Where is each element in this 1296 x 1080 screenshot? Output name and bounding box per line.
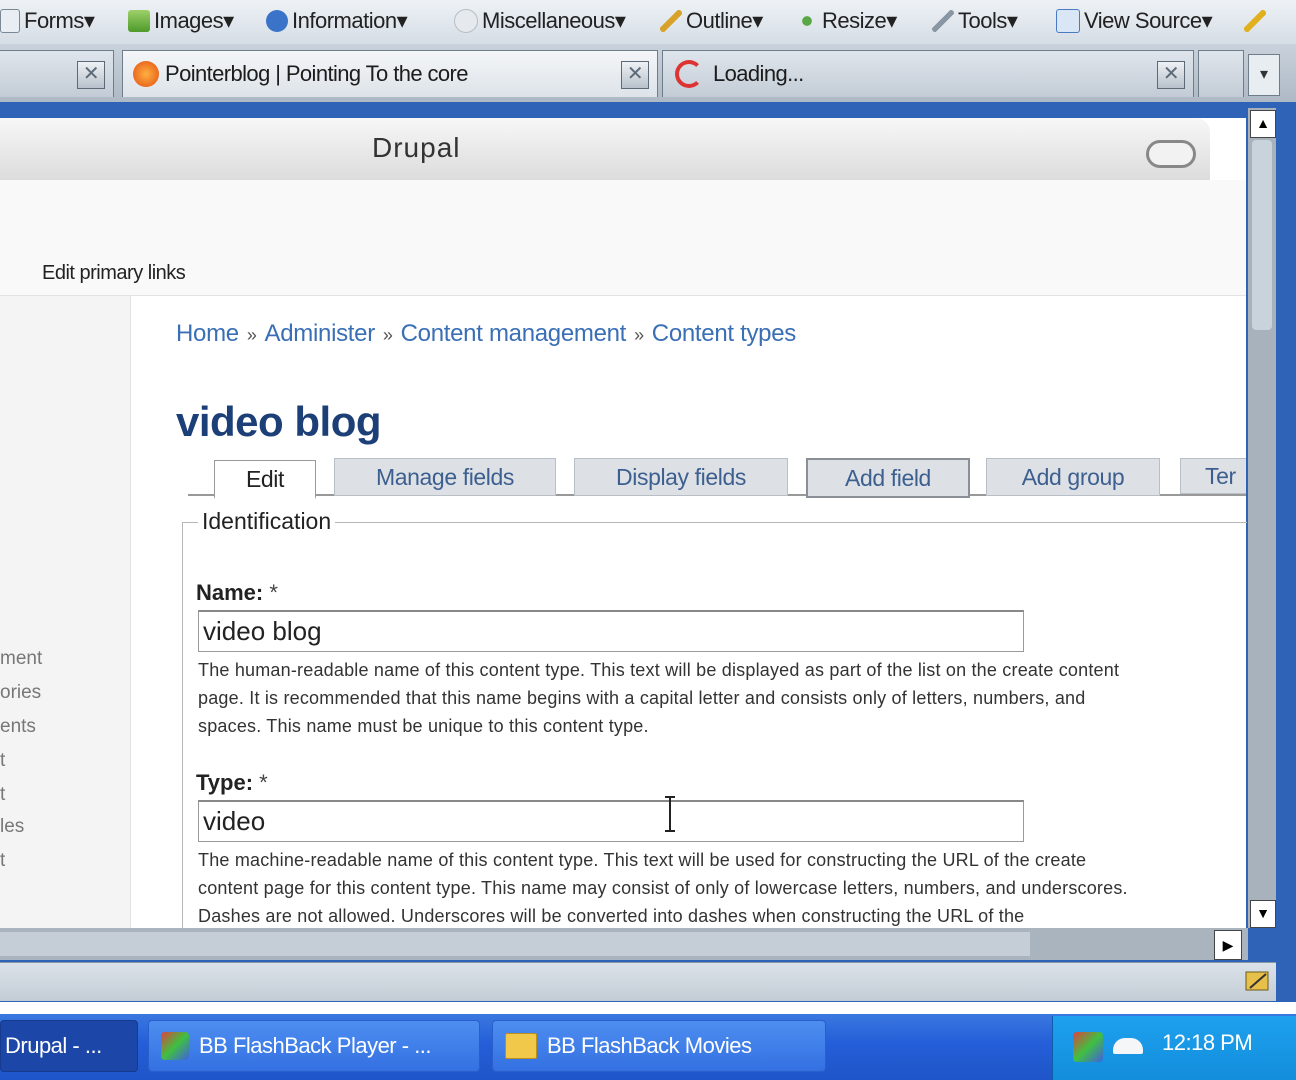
information-icon (266, 10, 288, 32)
sidebar-item[interactable]: ment (0, 648, 42, 670)
breadcrumb: Home» Administer» Content management» Conte… (176, 320, 797, 347)
type-input[interactable] (198, 800, 1024, 842)
view-source-menu[interactable]: View Source ▾ (1056, 6, 1213, 36)
vertical-scroll-thumb[interactable] (1252, 140, 1272, 330)
sidebar-item[interactable]: ories (0, 682, 41, 704)
browser-tab-loading[interactable]: Loading... ✕ (662, 50, 1194, 97)
browser-tab-strip: ✕ Pointerblog | Pointing To the core ✕ L… (0, 44, 1296, 104)
outline-menu[interactable]: Outline ▾ (660, 6, 763, 36)
wrench-icon (932, 10, 954, 32)
breadcrumb-content-management[interactable]: Content management (401, 320, 627, 347)
breadcrumb-content-types[interactable]: Content types (652, 320, 797, 347)
sidebar-item[interactable]: t (0, 784, 5, 806)
new-tab-button[interactable] (1198, 50, 1244, 97)
system-clock[interactable]: 12:18 PM (1162, 1030, 1253, 1056)
loading-spinner-icon (675, 60, 703, 88)
close-icon[interactable]: ✕ (77, 61, 105, 89)
tab-list-dropdown[interactable]: ▾ (1248, 54, 1280, 96)
name-label: Name: * (196, 580, 278, 605)
folder-icon (505, 1033, 537, 1059)
flashback-player-icon (161, 1032, 189, 1060)
site-header (0, 180, 1246, 296)
text-cursor-icon (665, 796, 675, 832)
scroll-up-arrow-icon[interactable]: ▲ (1250, 110, 1276, 138)
forms-icon (0, 9, 20, 33)
information-menu[interactable]: Information ▾ (266, 6, 408, 36)
resize-grip-icon[interactable] (1244, 968, 1272, 996)
tab-ter[interactable]: Ter (1180, 458, 1246, 494)
type-description: The machine-readable name of this conten… (198, 850, 1128, 926)
developer-toolbar: Forms ▾ Images ▾ Information ▾ Miscellaneou… (0, 0, 1296, 45)
browser-tab-pointerblog[interactable]: Pointerblog | Pointing To the core ✕ (122, 50, 658, 97)
dropdown-arrow-icon: ▾ (1201, 8, 1213, 33)
breadcrumb-administer[interactable]: Administer (265, 320, 376, 347)
breadcrumb-home[interactable]: Home (176, 320, 239, 347)
dropdown-arrow-icon: ▾ (223, 8, 234, 33)
required-marker: * (269, 580, 278, 605)
dropdown-arrow-icon: ▾ (614, 8, 626, 33)
sidebar-item[interactable]: t (0, 750, 5, 772)
tab-display-fields[interactable]: Display fields (574, 458, 788, 496)
close-icon[interactable]: ✕ (621, 61, 649, 89)
browser-status-bar (0, 962, 1276, 1001)
miscellaneous-menu[interactable]: Miscellaneous ▾ (454, 6, 626, 36)
name-input[interactable] (198, 610, 1024, 652)
edit-primary-links[interactable]: Edit primary links (42, 262, 186, 285)
tab-add-field[interactable]: Add field (806, 458, 970, 498)
name-description: The human-readable name of this content … (198, 660, 1120, 736)
horizontal-scroll-thumb[interactable] (0, 932, 1030, 956)
toggle-toolbar-icon[interactable] (1146, 140, 1196, 168)
forms-menu[interactable]: Forms ▾ (0, 6, 95, 36)
images-menu[interactable]: Images ▾ (128, 6, 234, 36)
drupal-title-bar (0, 118, 1210, 181)
type-label: Type: * (196, 770, 268, 795)
scroll-right-arrow-icon[interactable]: ▶ (1214, 930, 1242, 960)
dropdown-arrow-icon: ▾ (886, 8, 897, 33)
taskbar-item-flashback-movies[interactable]: BB FlashBack Movies (492, 1020, 826, 1072)
sidebar-item[interactable]: les (0, 816, 24, 838)
options-icon[interactable] (1244, 6, 1270, 36)
tab-add-group[interactable]: Add group (986, 458, 1160, 496)
window-title: Drupal (372, 132, 461, 163)
pencil-icon (660, 10, 682, 32)
taskbar-item-drupal[interactable]: Drupal - ... (0, 1020, 138, 1072)
scroll-down-arrow-icon[interactable]: ▼ (1250, 900, 1276, 928)
sidebar-item[interactable]: t (0, 850, 5, 872)
left-sidebar: ment ories ents t t les t (0, 296, 131, 928)
dropdown-arrow-icon: ▾ (83, 8, 95, 33)
dropdown-arrow-icon: ▾ (1006, 8, 1018, 33)
fieldset-legend: Identification (198, 508, 336, 535)
network-icon[interactable] (1113, 1038, 1143, 1054)
firefox-icon (133, 61, 159, 87)
tools-menu[interactable]: Tools ▾ (932, 6, 1018, 36)
images-icon (128, 10, 150, 32)
sidebar-item[interactable]: ents (0, 716, 36, 738)
miscellaneous-icon (454, 9, 478, 33)
close-icon[interactable]: ✕ (1157, 61, 1185, 89)
page-title: video blog (176, 398, 382, 445)
dropdown-arrow-icon: ▾ (396, 8, 408, 33)
required-marker: * (259, 770, 268, 795)
resize-icon (796, 10, 818, 32)
browser-tab-previous[interactable]: ✕ (0, 50, 114, 97)
view-source-icon (1056, 9, 1080, 33)
tab-edit[interactable]: Edit (214, 460, 316, 499)
taskbar-item-flashback-player[interactable]: BB FlashBack Player - ... (148, 1020, 480, 1072)
flashback-tray-icon[interactable] (1073, 1032, 1103, 1062)
resize-menu[interactable]: Resize ▾ (796, 6, 897, 36)
tab-manage-fields[interactable]: Manage fields (334, 458, 556, 496)
dropdown-arrow-icon: ▾ (752, 8, 763, 33)
